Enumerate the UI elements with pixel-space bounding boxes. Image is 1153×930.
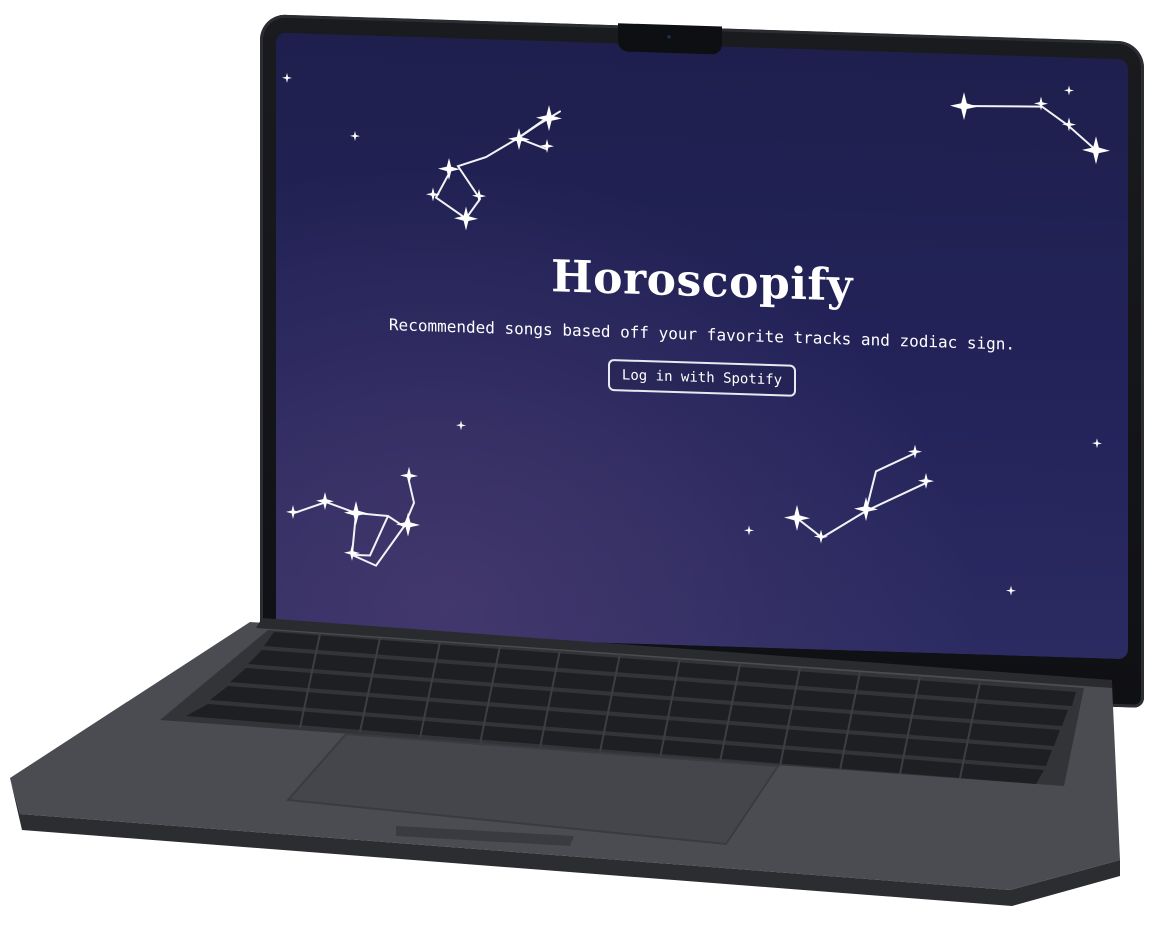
spotify-login-button[interactable]: Log in with Spotify xyxy=(607,358,797,397)
hero-section: Horoscopify Recommended songs based off … xyxy=(276,243,1128,408)
camera-icon xyxy=(665,32,673,41)
laptop-base xyxy=(10,618,1120,906)
tagline: Recommended songs based off your favorit… xyxy=(388,315,1016,354)
camera-notch xyxy=(618,23,722,55)
